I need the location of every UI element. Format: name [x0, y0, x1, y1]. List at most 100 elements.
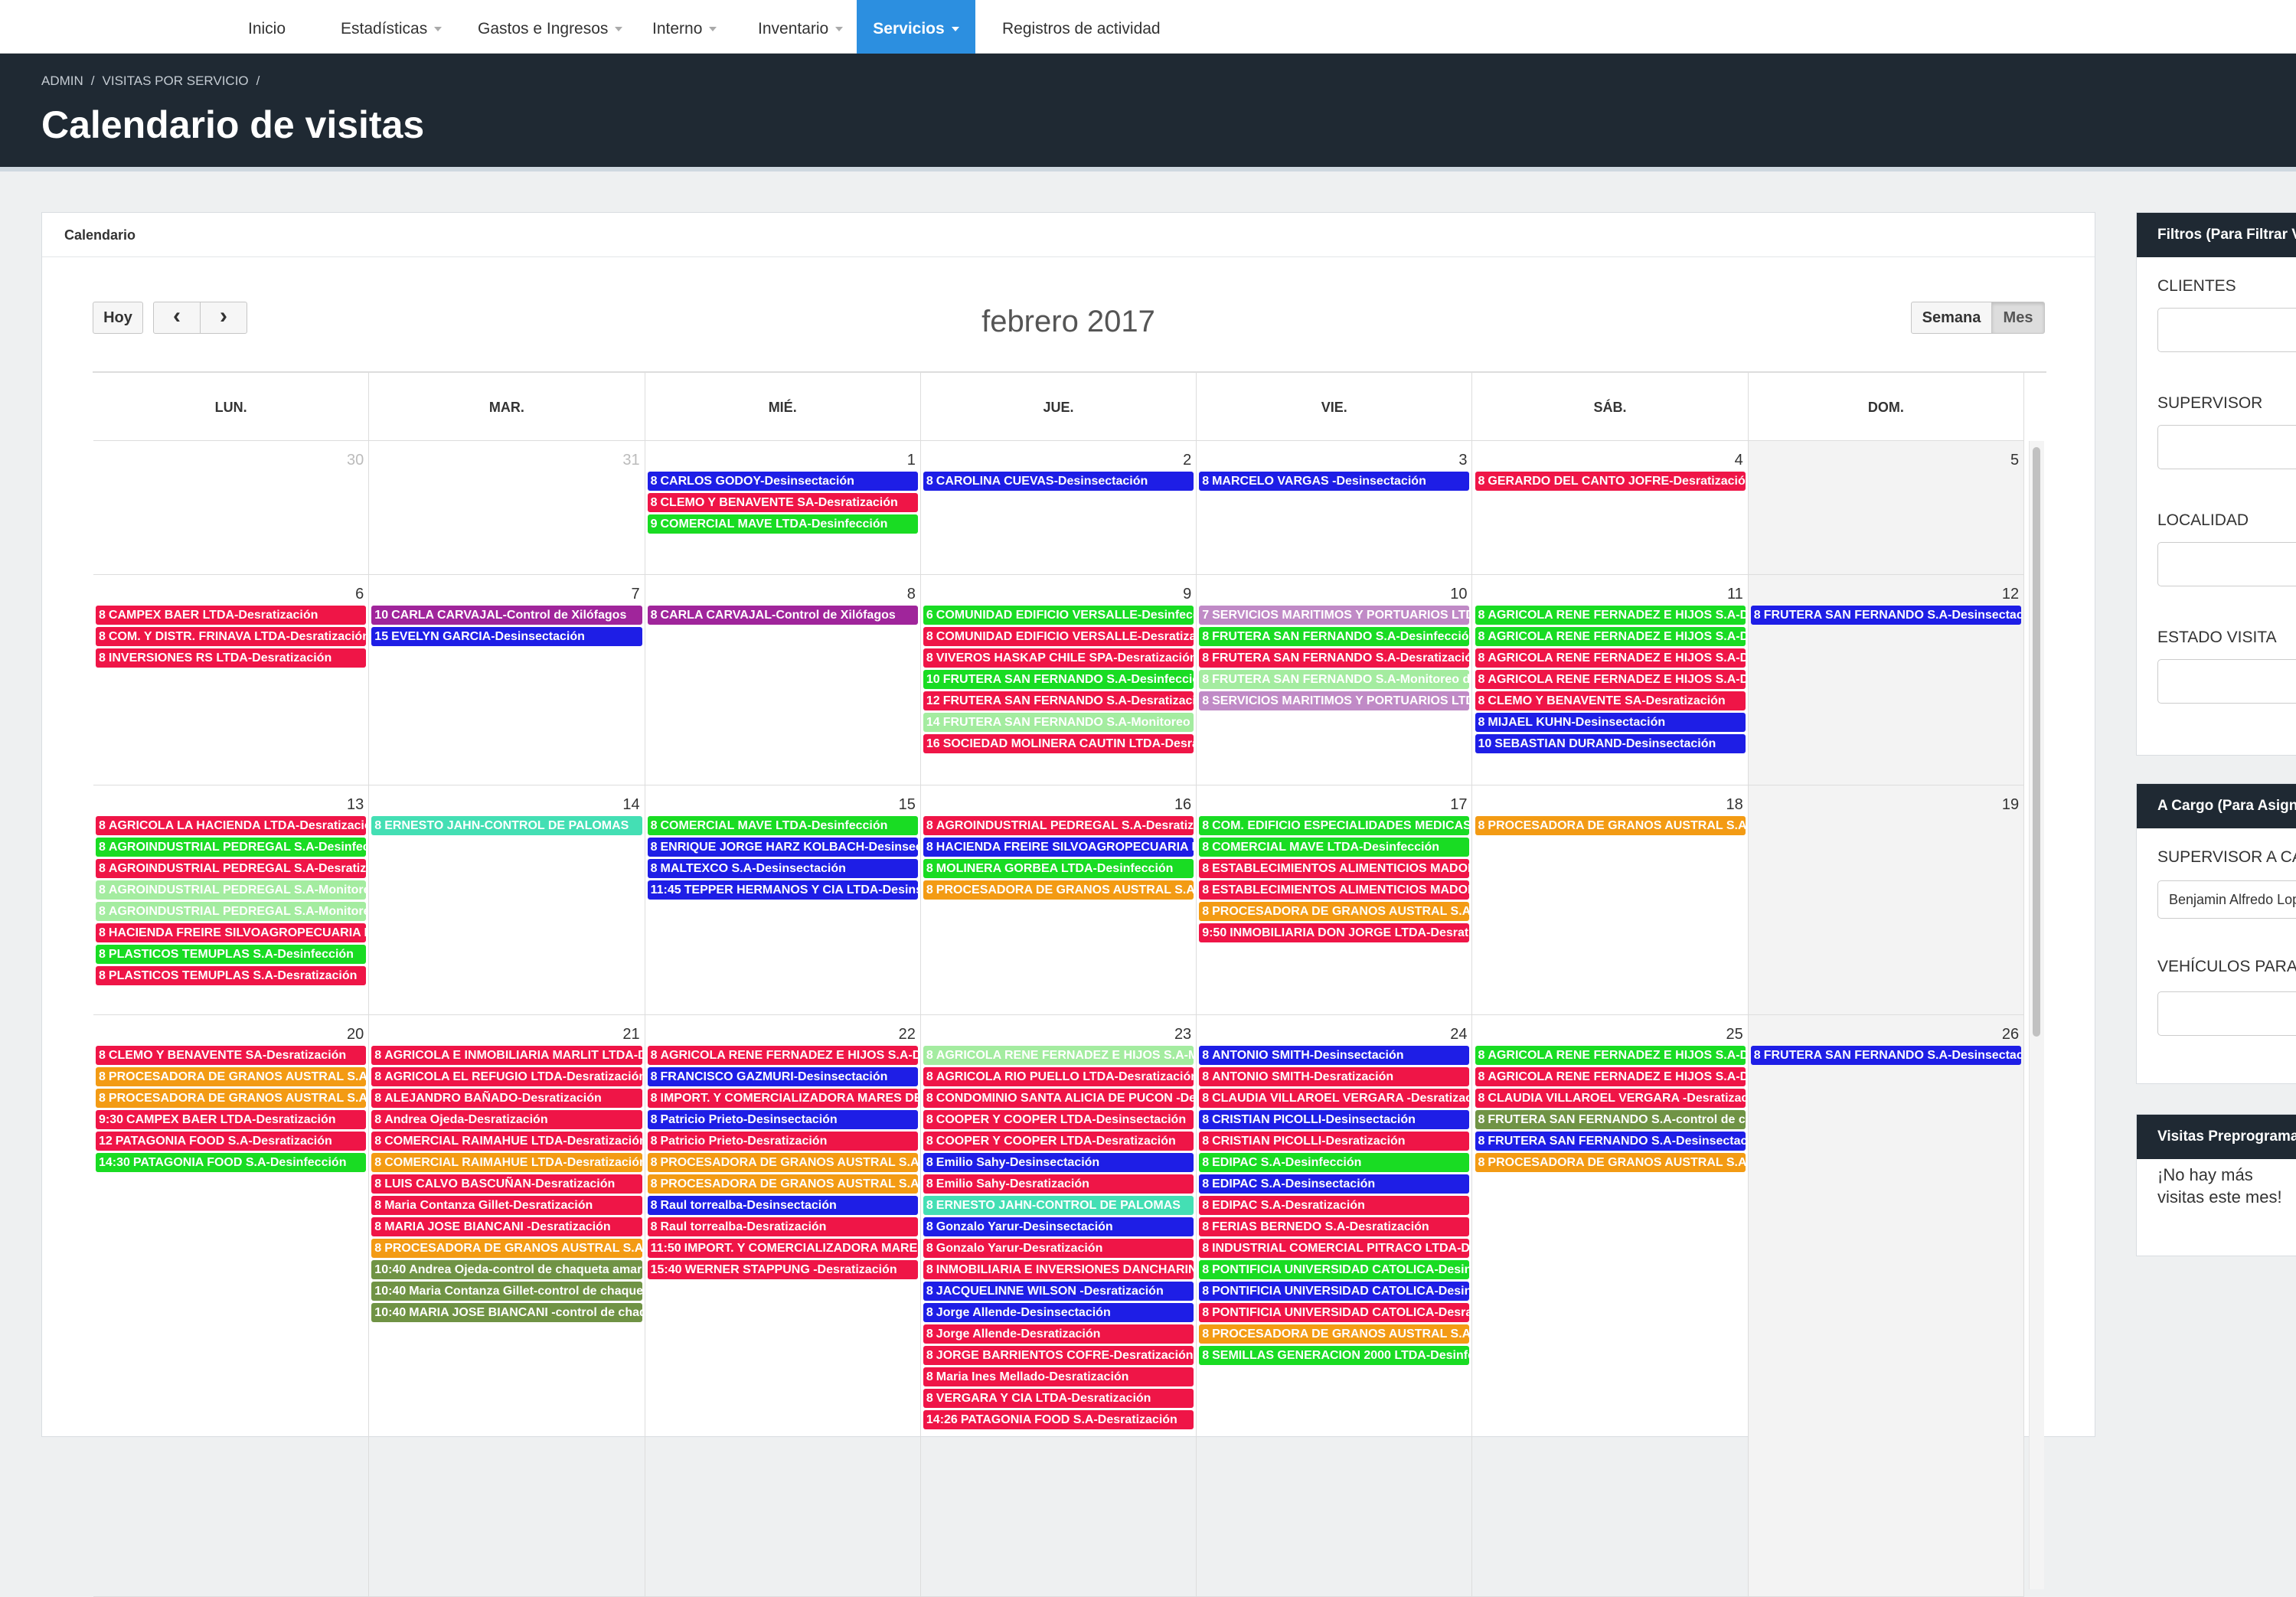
calendar-event[interactable]: 8 COMERCIAL RAIMAHUE LTDA-Desratización [371, 1132, 642, 1151]
calendar-event[interactable]: 8 Gonzalo Yarur-Desratización [923, 1239, 1194, 1258]
calendar-event[interactable]: 10 CARLA CARVAJAL-Control de Xilófagos [371, 606, 642, 625]
calendar-event[interactable]: 6 COMUNIDAD EDIFICIO VERSALLE-Desinfecció… [923, 606, 1194, 625]
day-number[interactable]: 1 [907, 452, 916, 469]
calendar-scrollbar[interactable] [2029, 441, 2044, 1589]
calendar-event[interactable]: 8 SERVICIOS MARITIMOS Y PORTUARIOS LTDA- [1199, 691, 1470, 710]
calendar-event[interactable]: 8AGROINDUSTRIAL PEDREGAL S.A-Desratizaci… [923, 816, 1194, 835]
calendar-event[interactable]: 8 COM. Y DISTR. FRINAVA LTDA-Desratizació… [96, 627, 367, 646]
calendar-event[interactable]: 8 CRISTIAN PICOLLI-Desratización [1199, 1132, 1470, 1151]
calendar-event[interactable]: 10:40 Andrea Ojeda-control de chaqueta am… [371, 1260, 642, 1279]
day-number[interactable]: 9 [1183, 586, 1191, 603]
calendar-event[interactable]: 8SEMILLAS GENERACION 2000 LTDA-Desinfecc… [1199, 1346, 1470, 1365]
calendar-event[interactable]: 8 Raul torrealba-Desinsectación [647, 1196, 918, 1215]
day-number[interactable]: 22 [899, 1026, 916, 1043]
calendar-event[interactable]: 10:40 Maria Contanza Gillet-control de ch… [371, 1282, 642, 1301]
calendar-event[interactable]: 8 Emilio Sahy-Desinsectación [923, 1153, 1194, 1172]
supervisor-in-charge-select[interactable]: Benjamin Alfredo Lopez [2157, 880, 2296, 919]
calendar-event[interactable]: 8PONTIFICIA UNIVERSIDAD CATOLICA-Desrati… [1199, 1303, 1470, 1322]
day-cell[interactable]: 19 [1748, 785, 2025, 1014]
calendar-event[interactable]: 8AGRICOLA RENE FERNADEZ E HIJOS S.A-Desr… [1475, 648, 1746, 668]
calendar-event[interactable]: 8AGRICOLA RENE FERNADEZ E HIJOS S.A-Moni… [923, 1046, 1194, 1065]
calendar-event[interactable]: 8 ERNESTO JAHN-CONTROL DE PALOMAS [923, 1196, 1194, 1215]
calendar-event[interactable]: 8AGROINDUSTRIAL PEDREGAL S.A-Desratizaci… [96, 859, 367, 878]
calendar-event[interactable]: 8AGRICOLA RENE FERNADEZ E HIJOS S.A-Desi… [1475, 606, 1746, 625]
calendar-event[interactable]: 8 Patricio Prieto-Desratización [647, 1132, 918, 1151]
calendar-event[interactable]: 15 EVELYN GARCIA-Desinsectación [371, 627, 642, 646]
day-cell[interactable]: 15 8 COMERCIAL MAVE LTDA-Desinfección 8 ENRI… [645, 785, 921, 1014]
day-number[interactable]: 8 [907, 586, 916, 603]
calendar-event[interactable]: 8PROCESADORA DE GRANOS AUSTRAL S.A-Fumig… [1199, 902, 1470, 921]
day-cell[interactable]: 26 8 FRUTERA SAN FERNANDO S.A-Desinsectaci… [1748, 1015, 2025, 1596]
calendar-event[interactable]: 8FRUTERA SAN FERNANDO S.A-control de cha… [1475, 1110, 1746, 1129]
calendar-event[interactable]: 8AGRICOLA RENE FERNADEZ E HIJOS S.A-Desi… [1475, 627, 1746, 646]
nav-inicio[interactable]: Inicio [248, 0, 286, 54]
calendar-event[interactable]: 8 MARIA JOSE BIANCANI -Desratización [371, 1217, 642, 1236]
calendar-event[interactable]: 8 CLAUDIA VILLAROEL VERGARA -Desratizació… [1199, 1089, 1470, 1108]
calendar-event[interactable]: 8 CRISTIAN PICOLLI-Desinsectación [1199, 1110, 1470, 1129]
day-number[interactable]: 25 [1726, 1026, 1743, 1043]
calendar-event[interactable]: 8 FERIAS BERNEDO S.A-Desratización [1199, 1217, 1470, 1236]
calendar-event[interactable]: 8 CLEMO Y BENAVENTE SA-Desratización [96, 1046, 367, 1065]
calendar-event[interactable]: 8PROCESADORA DE GRANOS AUSTRAL S.A-Fumig… [647, 1153, 918, 1172]
day-cell[interactable]: 7 10 CARLA CARVAJAL-Control de Xilófagos 15… [369, 575, 645, 785]
day-number[interactable]: 14 [622, 796, 639, 814]
calendar-event[interactable]: 8 FRANCISCO GAZMURI-Desinsectación [647, 1067, 918, 1086]
calendar-event[interactable]: 8 MIJAEL KUHN-Desinsectación [1475, 713, 1746, 732]
day-cell[interactable]: 10 7 SERVICIOS MARITIMOS Y PORTUARIOS LTDA… [1197, 575, 1473, 785]
calendar-event[interactable]: 8 AGRICOLA RIO PUELLO LTDA-Desratización [923, 1067, 1194, 1086]
calendar-event[interactable]: 8 ESTABLECIMIENTOS ALIMENTICIOS MADONNA [1199, 859, 1470, 878]
calendar-event[interactable]: 8HACIENDA FREIRE SILVOAGROPECUARIA LTDA [96, 923, 367, 942]
calendar-event[interactable]: 8 Maria Contanza Gillet-Desratización [371, 1196, 642, 1215]
breadcrumb-visitas[interactable]: VISITAS POR SERVICIO [103, 73, 249, 88]
calendar-event[interactable]: 8PROCESADORA DE GRANOS AUSTRAL S.A-Fumig… [96, 1067, 367, 1086]
calendar-event[interactable]: 8PROCESADORA DE GRANOS AUSTRAL S.A-Fumig… [96, 1089, 367, 1108]
calendar-event[interactable]: 8 CAROLINA CUEVAS-Desinsectación [923, 472, 1194, 491]
calendar-event[interactable]: 8 INVERSIONES RS LTDA-Desratización [96, 648, 367, 668]
day-number[interactable]: 31 [622, 452, 639, 469]
calendar-event[interactable]: 8 CLEMO Y BENAVENTE SA-Desratización [647, 493, 918, 512]
calendar-event[interactable]: 8 COMERCIAL RAIMAHUE LTDA-Desratización [371, 1153, 642, 1172]
calendar-event[interactable]: 8AGRICOLA RENE FERNADEZ E HIJOS S.A-Desr… [647, 1046, 918, 1065]
calendar-event[interactable]: 8PROCESADORA DE GRANOS AUSTRAL S.A-Fumig… [1475, 1153, 1746, 1172]
calendar-event[interactable]: 8AGRICOLA RENE FERNADEZ E HIJOS S.A-Desi… [1475, 1046, 1746, 1065]
calendar-event[interactable]: 8 COMERCIAL MAVE LTDA-Desinfección [1199, 838, 1470, 857]
day-cell[interactable]: 6 8 CAMPEX BAER LTDA-Desratización 8 COM. Y … [93, 575, 370, 785]
calendar-event[interactable]: 8 Emilio Sahy-Desratización [923, 1174, 1194, 1194]
day-number[interactable]: 17 [1450, 796, 1467, 814]
calendar-event[interactable]: 8 PLASTICOS TEMUPLAS S.A-Desratización [96, 966, 367, 985]
nav-gastos-e-ingresos[interactable]: Gastos e Ingresos [478, 0, 623, 54]
day-cell[interactable]: 18 8PROCESADORA DE GRANOS AUSTRAL S.A-Fum… [1473, 785, 1749, 1014]
day-cell[interactable]: 218AGRICOLA E INMOBILIARIA MARLIT LTDA-D… [369, 1015, 645, 1596]
day-cell[interactable]: 25 8AGRICOLA RENE FERNADEZ E HIJOS S.A-De… [1473, 1015, 1749, 1596]
calendar-event[interactable]: 8 VERGARA Y CIA LTDA-Desratización [923, 1389, 1194, 1408]
day-number[interactable]: 19 [2002, 796, 2019, 814]
calendar-event[interactable]: 10 FRUTERA SAN FERNANDO S.A-Desinfección [923, 670, 1194, 689]
calendar-event[interactable]: 8 Gonzalo Yarur-Desinsectación [923, 1217, 1194, 1236]
day-number[interactable]: 4 [1735, 452, 1743, 469]
calendar-event[interactable]: 8COM. EDIFICIO ESPECIALIDADES MEDICAS-De… [1199, 816, 1470, 835]
calendar-event[interactable]: 8AGRICOLA RENE FERNADEZ E HIJOS S.A-Desr… [1475, 670, 1746, 689]
day-number[interactable]: 13 [347, 796, 364, 814]
day-number[interactable]: 12 [2002, 586, 2019, 603]
locality-select[interactable] [2157, 542, 2296, 586]
calendar-event[interactable]: 8 ESTABLECIMIENTOS ALIMENTICIOS MADONNA [1199, 880, 1470, 900]
day-cell[interactable]: 17 8COM. EDIFICIO ESPECIALIDADES MEDICAS-… [1197, 785, 1473, 1014]
calendar-event[interactable]: 8ENRIQUE JORGE HARZ KOLBACH-Desinsectaci… [647, 838, 918, 857]
calendar-event[interactable]: 11:50IMPORT. Y COMERCIALIZADORA MARES DE… [647, 1239, 918, 1258]
calendar-event[interactable]: 8 AGROINDUSTRIAL PEDREGAL S.A-Desinfecció… [96, 838, 367, 857]
supervisor-select[interactable] [2157, 425, 2296, 469]
day-cell[interactable]: 24 8 ANTONIO SMITH-Desinsectación 8 ANTONIO … [1197, 1015, 1473, 1596]
calendar-event[interactable]: 11:45TEPPER HERMANOS Y CIA LTDA-Desinsec… [647, 880, 918, 900]
calendar-event[interactable]: 8 EDIPAC S.A-Desinfección [1199, 1153, 1470, 1172]
day-number[interactable]: 26 [2002, 1026, 2019, 1043]
calendar-event[interactable]: 12 FRUTERA SAN FERNANDO S.A-Desratización [923, 691, 1194, 710]
day-cell[interactable]: 13 8 AGRICOLA LA HACIENDA LTDA-Desratizaci… [93, 785, 370, 1014]
calendar-event[interactable]: 8 Patricio Prieto-Desinsectación [647, 1110, 918, 1129]
month-view-button[interactable]: Mes [1991, 302, 2045, 334]
day-cell[interactable]: 9 6 COMUNIDAD EDIFICIO VERSALLE-Desinfecci… [921, 575, 1197, 785]
nav-interno[interactable]: Interno [652, 0, 717, 54]
calendar-event[interactable]: 8 ERNESTO JAHN-CONTROL DE PALOMAS [371, 816, 642, 835]
calendar-event[interactable]: 8 FRUTERA SAN FERNANDO S.A-Desinsectación [1475, 1132, 1746, 1151]
calendar-event[interactable]: 8 CARLA CARVAJAL-Control de Xilófagos [647, 606, 918, 625]
nav-estadísticas[interactable]: Estadísticas [341, 0, 443, 54]
